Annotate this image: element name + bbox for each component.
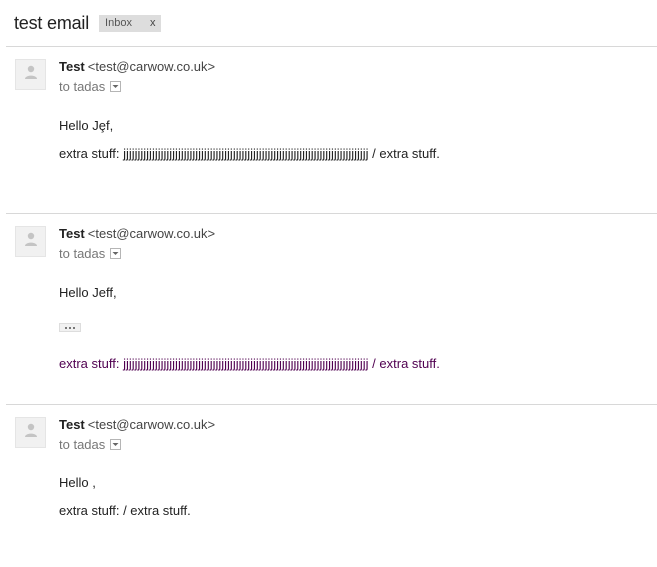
- sender-line: Test <test@carwow.co.uk>: [59, 226, 215, 241]
- message-divider: [6, 213, 657, 214]
- chevron-down-icon: [112, 443, 119, 446]
- message-greeting: Hello ,: [59, 475, 96, 490]
- inbox-label-text: Inbox: [105, 17, 132, 29]
- sender-avatar[interactable]: [15, 226, 46, 257]
- quoted-body: extra stuff: jjjjjjjjjjjjjjjjjjjjjjjjjjj…: [59, 356, 440, 371]
- chevron-down-icon: [112, 85, 119, 88]
- person-icon: [24, 422, 38, 443]
- sender-name[interactable]: Test: [59, 417, 85, 432]
- sender-line: Test <test@carwow.co.uk>: [59, 417, 215, 432]
- thread-subject: test email: [14, 12, 90, 33]
- sender-email: <test@carwow.co.uk>: [87, 59, 216, 74]
- recipient-line: to tadas: [59, 246, 122, 261]
- recipient-text: to tadas: [59, 437, 106, 452]
- sender-line: Test <test@carwow.co.uk>: [59, 59, 215, 74]
- chevron-down-icon: [112, 252, 119, 255]
- message-body: extra stuff: / extra stuff.: [59, 503, 191, 518]
- recipient-line: to tadas: [59, 79, 122, 94]
- inbox-label-chip[interactable]: Inbox x: [99, 14, 162, 32]
- message-body: extra stuff: jjjjjjjjjjjjjjjjjjjjjjjjjjj…: [59, 146, 440, 161]
- sender-email: <test@carwow.co.uk>: [87, 226, 216, 241]
- show-trimmed-content-button[interactable]: [59, 323, 81, 332]
- sender-avatar[interactable]: [15, 417, 46, 448]
- sender-email: <test@carwow.co.uk>: [87, 417, 216, 432]
- show-details-button[interactable]: [110, 81, 122, 92]
- person-icon: [24, 64, 38, 85]
- recipient-text: to tadas: [59, 79, 106, 94]
- recipient-text: to tadas: [59, 246, 106, 261]
- message-greeting: Hello Jeff,: [59, 285, 117, 300]
- person-icon: [24, 231, 38, 252]
- sender-name[interactable]: Test: [59, 226, 85, 241]
- ellipsis-icon: [65, 326, 75, 329]
- sender-name[interactable]: Test: [59, 59, 85, 74]
- message-divider: [6, 404, 657, 405]
- thread-header: test email Inbox x: [14, 11, 162, 35]
- remove-label-button[interactable]: x: [150, 17, 156, 29]
- show-details-button[interactable]: [110, 439, 122, 450]
- message-greeting: Hello Jȩf,: [59, 118, 114, 133]
- show-details-button[interactable]: [110, 248, 122, 259]
- sender-avatar[interactable]: [15, 59, 46, 90]
- recipient-line: to tadas: [59, 437, 122, 452]
- thread-divider: [6, 46, 657, 47]
